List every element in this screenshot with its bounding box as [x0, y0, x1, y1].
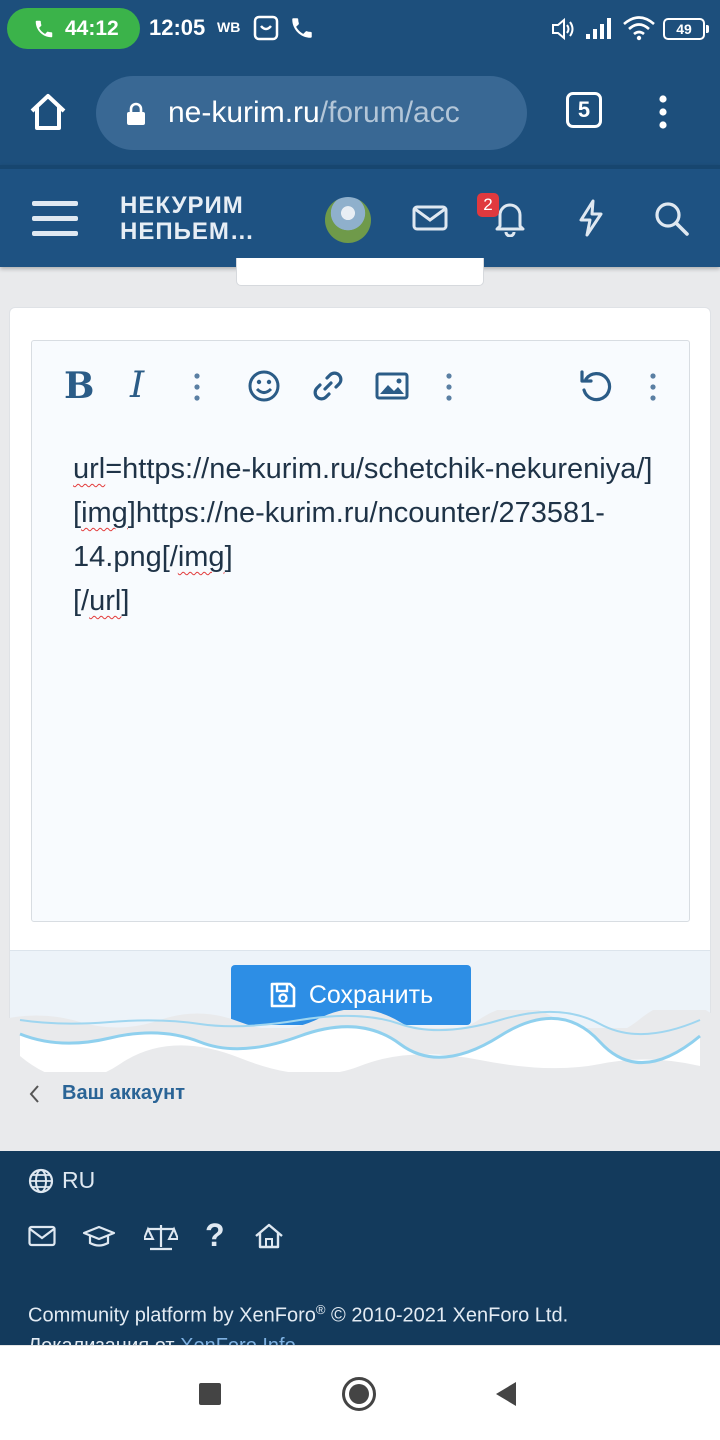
tab-switcher-button[interactable]: 5 [566, 92, 602, 128]
language-chooser[interactable]: RU [28, 1167, 95, 1194]
browser-menu-icon[interactable] [657, 94, 669, 130]
text-segment: ] [224, 541, 233, 573]
text-segment: img [81, 497, 128, 529]
globe-icon [28, 1168, 54, 1193]
menu-icon[interactable] [32, 199, 78, 239]
battery-icon: 49 [663, 18, 709, 40]
scales-icon[interactable] [144, 1223, 178, 1251]
rich-text-editor[interactable]: B I url=https://ne-kurim.ru/schetchik-ne… [31, 340, 690, 922]
signature-editor-card: B I url=https://ne-kurim.ru/schetchik-ne… [9, 307, 711, 1028]
shopping-bag-icon [253, 15, 279, 41]
text-segment: img [177, 541, 225, 573]
browser-toolbar: ne-kurim.ru/forum/acc 5 [0, 58, 720, 165]
copyright-years: © 2010-2021 XenForo Ltd. [325, 1304, 569, 1327]
more-options-icon[interactable] [445, 373, 453, 401]
lock-icon [127, 102, 145, 125]
status-bar: 44:12 12:05 WB 49 [0, 0, 720, 58]
notification-badge: 2 [477, 193, 499, 217]
help-icon[interactable]: ? [205, 1217, 225, 1254]
image-icon[interactable] [375, 372, 409, 400]
graduation-cap-icon[interactable] [82, 1225, 116, 1249]
bold-button[interactable]: B [64, 365, 94, 407]
site-footer: RU ? Community platform by XenForo® © 20… [0, 1151, 720, 1345]
site-logo[interactable]: НЕКУРИМ НЕПЬЕМ… [120, 193, 255, 245]
lightning-icon[interactable] [577, 199, 605, 237]
forum-header: НЕКУРИМ НЕПЬЕМ… 2 [0, 165, 720, 267]
ongoing-call-pill[interactable]: 44:12 [7, 8, 140, 49]
language-label: RU [62, 1167, 96, 1193]
call-timer: 44:12 [65, 16, 119, 40]
url-text: ne-kurim.ru/forum/acc [168, 96, 460, 130]
logo-line2: НЕПЬЕМ… [120, 218, 255, 245]
back-icon[interactable] [494, 1380, 518, 1408]
chevron-left-icon [29, 1084, 39, 1103]
clock: 12:05 [149, 15, 206, 40]
recents-icon[interactable] [198, 1382, 222, 1406]
mail-icon[interactable] [412, 203, 448, 233]
localization-link[interactable]: XenForo.Info [180, 1335, 296, 1345]
breadcrumb[interactable]: Ваш аккаунт [28, 1082, 185, 1105]
wifi-icon [623, 16, 655, 41]
text-segment: url [73, 453, 106, 485]
emoji-icon[interactable] [247, 369, 281, 403]
editor-content[interactable]: url=https://ne-kurim.ru/schetchik-nekure… [73, 447, 663, 623]
home-nav-icon[interactable] [341, 1376, 377, 1412]
carrier-tag: WB [217, 19, 241, 35]
italic-button[interactable]: I [130, 365, 144, 406]
copyright-text: Community platform by XenForo® © 2010-20… [28, 1295, 568, 1345]
save-button-label: Сохранить [308, 980, 434, 1009]
phone-icon [35, 20, 53, 37]
text-segment: ] [121, 585, 130, 617]
torn-edge-decoration [0, 1010, 720, 1072]
text-segment: url [89, 585, 122, 617]
breadcrumb-label: Ваш аккаунт [62, 1082, 186, 1104]
avatar[interactable] [325, 197, 371, 243]
home-icon[interactable] [28, 92, 68, 132]
url-host: ne-kurim.ru [168, 96, 320, 129]
copyright-platform[interactable]: Community platform by XenForo [28, 1305, 316, 1327]
address-bar[interactable]: ne-kurim.ru/forum/acc [96, 76, 527, 150]
link-icon[interactable] [311, 369, 345, 403]
undo-icon[interactable] [578, 369, 614, 405]
search-icon[interactable] [654, 201, 690, 237]
home-icon[interactable] [254, 1223, 284, 1249]
save-icon [270, 982, 296, 1008]
volume-icon [552, 17, 574, 41]
text-segment: ]https://ne-kurim.ru/ncounter/273581-14.… [73, 497, 605, 573]
logo-line1: НЕКУРИМ [120, 192, 244, 219]
localization-prefix: Локализация от [28, 1335, 180, 1345]
more-options-icon[interactable] [193, 373, 201, 401]
system-navigation-bar [0, 1345, 720, 1440]
signal-icon [586, 18, 611, 39]
call-icon [292, 18, 312, 38]
partially-visible-button[interactable] [236, 258, 484, 286]
more-options-icon[interactable] [649, 373, 657, 401]
text-segment: [/ [73, 585, 90, 617]
contact-mail-icon[interactable] [28, 1225, 56, 1247]
url-path: /forum/acc [319, 96, 460, 129]
